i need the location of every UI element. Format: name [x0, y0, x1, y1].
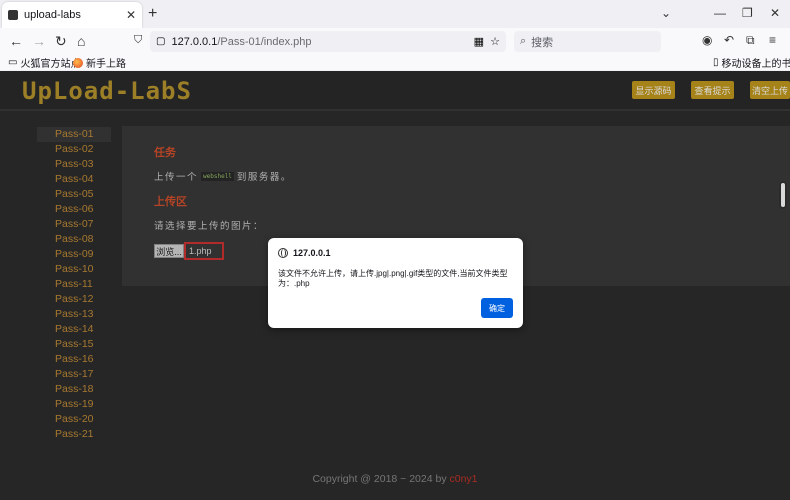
- reload-icon[interactable]: ↻: [55, 33, 67, 50]
- tab-favicon-icon: [8, 10, 18, 20]
- restore-icon[interactable]: ❐: [742, 6, 753, 20]
- bookmark-getting-started[interactable]: 新手上路: [73, 55, 126, 70]
- bookmarks-toolbar: ▭ 火狐官方站点 新手上路 ▯ 移动设备上的书签: [0, 54, 790, 70]
- dialog-origin: 127.0.0.1: [293, 248, 331, 258]
- alert-dialog: 127.0.0.1 该文件不允许上传，请上传.jpg|.png|.gif类型的文…: [268, 238, 523, 328]
- close-window-icon[interactable]: ✕: [770, 6, 780, 20]
- mobile-icon: ▯: [713, 57, 719, 68]
- search-input[interactable]: ⌕ 搜索: [514, 31, 661, 52]
- globe-icon: [278, 248, 288, 258]
- minimize-icon[interactable]: —: [714, 6, 726, 20]
- tab-strip: upload-labs ✕ + ⌄ — ❐ ✕: [0, 0, 790, 28]
- qr-code-icon[interactable]: ▦: [474, 35, 484, 48]
- extensions-icon[interactable]: ⧉: [746, 33, 755, 48]
- dialog-header: 127.0.0.1: [278, 248, 331, 258]
- url-path: /Pass-01/index.php: [217, 35, 312, 48]
- bookmark-label: 火狐官方站点: [20, 59, 81, 70]
- tab-list-chevron-icon[interactable]: ⌄: [661, 6, 671, 20]
- navigation-bar: ← → ↻ ⌂ ⛉ ▢ 127.0.0.1/Pass-01/index.php …: [0, 28, 790, 54]
- bookmark-star-icon[interactable]: ☆: [490, 35, 500, 48]
- new-tab-icon[interactable]: +: [148, 5, 157, 23]
- page-info-icon[interactable]: ▢: [156, 36, 165, 47]
- bookmark-firefox-site[interactable]: ▭ 火狐官方站点: [8, 55, 80, 70]
- url-bar[interactable]: ▢ 127.0.0.1/Pass-01/index.php ▦ ☆: [150, 31, 506, 52]
- account-icon[interactable]: ◉: [702, 33, 712, 47]
- bookmark-label: 新手上路: [86, 59, 126, 70]
- bookmark-label: 移动设备上的书签: [721, 59, 790, 70]
- search-placeholder: 搜索: [531, 36, 554, 49]
- tab-close-icon[interactable]: ✕: [126, 8, 136, 22]
- url-host: 127.0.0.1: [171, 35, 218, 48]
- firefox-icon: [73, 57, 83, 68]
- tab-upload-labs[interactable]: upload-labs ✕: [2, 2, 142, 28]
- folder-icon: ▭: [8, 57, 18, 68]
- home-icon[interactable]: ⌂: [77, 33, 85, 49]
- shield-icon[interactable]: ⛉: [134, 34, 142, 47]
- bookmark-mobile[interactable]: ▯ 移动设备上的书签: [713, 55, 790, 70]
- forward-icon[interactable]: →: [32, 33, 46, 49]
- search-icon: ⌕: [520, 35, 527, 47]
- menu-icon[interactable]: ≡: [769, 33, 776, 47]
- tab-title: upload-labs: [24, 9, 81, 21]
- undo-icon[interactable]: ↶: [724, 33, 734, 47]
- dialog-message: 该文件不允许上传，请上传.jpg|.png|.gif类型的文件,当前文件类型为：…: [278, 269, 508, 288]
- back-icon[interactable]: ←: [9, 33, 23, 49]
- dialog-ok-button[interactable]: 确定: [481, 298, 513, 318]
